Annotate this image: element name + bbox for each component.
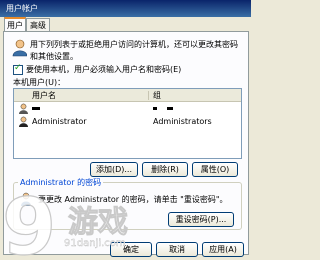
users-list[interactable]: 用户名 组 Administrator Administrators (13, 88, 242, 159)
tab-panel: 用下列列表于或拒绝用户访问的计算机，还可以更改其密码和其他设置。 要使用本机，用… (3, 31, 249, 255)
password-instructions: 要更改 Administrator 的密码，请单击 "重设密码"。 (38, 195, 228, 204)
remove-button[interactable]: 删除(R) (142, 162, 188, 177)
username-cell: Administrator (32, 117, 87, 126)
group-cell (153, 104, 173, 113)
user-icon (19, 116, 28, 127)
intro-text: 用下列列表于或拒绝用户访问的计算机，还可以更改其密码和其他设置。 (30, 40, 238, 61)
list-header: 用户名 组 (14, 89, 241, 102)
must-login-checkbox[interactable] (13, 63, 23, 75)
add-button[interactable]: 添加(D)... (90, 162, 138, 177)
apply-button[interactable]: 应用(A) (202, 242, 244, 257)
column-header-group[interactable]: 组 (153, 90, 161, 101)
properties-button[interactable]: 属性(O) (192, 162, 238, 177)
reset-password-button[interactable]: 重设密码(P)... (168, 212, 234, 227)
users-list-label: 本机用户(U)： (13, 78, 66, 87)
table-row[interactable] (14, 103, 241, 115)
username-cell (32, 104, 40, 113)
user-key-icon (21, 192, 31, 206)
user-icon (19, 103, 28, 114)
user-accounts-window: 用户帐户 用户 高级 用下列列表于或拒绝用户访问的计算机，还可以更改其密码和其他… (0, 0, 251, 260)
group-cell: Administrators (153, 117, 212, 126)
column-header-username[interactable]: 用户名 (32, 90, 56, 101)
window-title: 用户帐户 (6, 4, 38, 13)
ok-button[interactable]: 确定 (110, 242, 152, 257)
table-row[interactable]: Administrator Administrators (14, 116, 241, 128)
cancel-button[interactable]: 取消 (156, 242, 198, 257)
tab-advanced[interactable]: 高级 (26, 18, 50, 32)
title-bar: 用户帐户 (0, 0, 251, 17)
must-login-label: 要使用本机，用户必须输入用户名和密码(E) (26, 65, 182, 74)
users-icon (12, 39, 27, 57)
password-group-label: Administrator 的密码 (18, 177, 104, 188)
